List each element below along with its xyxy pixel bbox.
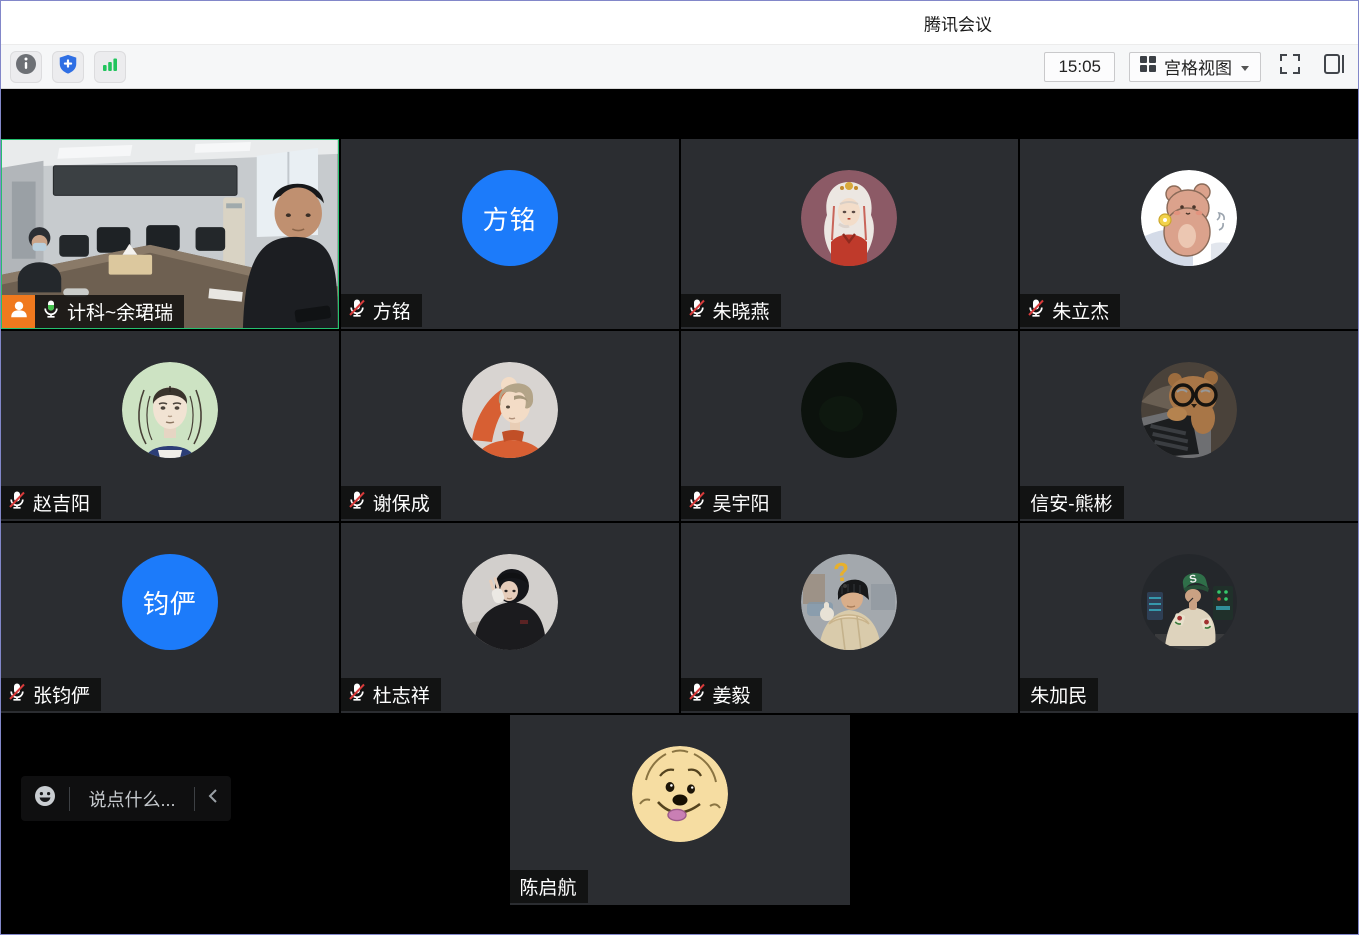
participant-nameplate: 赵吉阳	[1, 486, 101, 519]
participant-nameplate: 方铭	[341, 294, 422, 327]
app-title: 腾讯会议	[924, 10, 992, 35]
participant-name: 朱立杰	[1052, 297, 1109, 324]
mic-active-icon	[41, 299, 61, 325]
meeting-timer: 15:05	[1044, 52, 1115, 82]
participant-name: 方铭	[373, 297, 411, 324]
participant-tile[interactable]: 方铭 方铭	[341, 139, 679, 329]
participant-tile[interactable]: 信安-熊彬	[1020, 331, 1358, 521]
mic-muted-icon	[687, 490, 707, 516]
meeting-window: 腾讯会议 15:05 宫格视图	[0, 0, 1359, 935]
participant-tile[interactable]: S 朱加民	[1020, 523, 1358, 713]
avatar	[462, 554, 558, 650]
participant-tile[interactable]: 计科~余珺瑞	[1, 139, 339, 329]
participant-name: 朱晓燕	[713, 297, 770, 324]
avatar	[801, 362, 897, 458]
view-mode-label: 宫格视图	[1164, 54, 1232, 79]
avatar	[462, 362, 558, 458]
side-panel-icon	[1322, 52, 1346, 81]
mic-muted-icon	[347, 298, 367, 324]
participant-nameplate: 吴宇阳	[681, 486, 781, 519]
mic-muted-icon	[7, 682, 27, 708]
avatar	[1141, 170, 1237, 266]
participant-nameplate: 谢保成	[341, 486, 441, 519]
avatar: S	[1141, 554, 1237, 650]
participant-tile[interactable]: 谢保成	[341, 331, 679, 521]
mic-muted-icon	[7, 490, 27, 516]
participant-name: 张钧俨	[33, 681, 90, 708]
participant-nameplate: 计科~余珺瑞	[2, 295, 184, 328]
participant-name: 朱加民	[1030, 681, 1087, 708]
mic-muted-icon	[347, 490, 367, 516]
divider	[194, 787, 195, 811]
participant-nameplate: 张钧俨	[1, 678, 101, 711]
emoji-icon[interactable]	[33, 784, 57, 813]
participant-tile[interactable]: 杜志祥	[341, 523, 679, 713]
participant-name: 谢保成	[373, 489, 430, 516]
mic-muted-icon	[687, 682, 707, 708]
mic-muted-icon	[347, 682, 367, 708]
participant-nameplate: 朱立杰	[1020, 294, 1120, 327]
avatar	[801, 170, 897, 266]
mic-muted-icon	[687, 298, 707, 324]
grid-view-icon	[1140, 56, 1156, 77]
participant-tile[interactable]: 陈启航	[510, 715, 850, 905]
participant-nameplate: 杜志祥	[341, 678, 441, 711]
divider	[69, 787, 70, 811]
member-list-badge	[2, 295, 35, 328]
collapse-chevron-icon[interactable]	[207, 788, 219, 809]
mic-muted-icon	[1026, 298, 1046, 324]
participant-nameplate: 陈启航	[510, 870, 588, 903]
avatar	[1141, 362, 1237, 458]
fullscreen-button[interactable]	[1275, 52, 1305, 82]
participant-name: 吴宇阳	[713, 489, 770, 516]
security-shield-icon	[57, 53, 79, 80]
view-mode-dropdown[interactable]: 宫格视图	[1129, 52, 1261, 82]
avatar: ?	[801, 554, 897, 650]
side-panel-button[interactable]	[1319, 52, 1349, 82]
meeting-info-button[interactable]	[10, 51, 42, 83]
participant-name: 信安-熊彬	[1030, 489, 1112, 516]
dropdown-caret-icon	[1240, 57, 1250, 77]
toolbar: 15:05 宫格视图	[1, 45, 1358, 89]
security-button[interactable]	[52, 51, 84, 83]
avatar: 钧俨	[122, 554, 218, 650]
participant-tile[interactable]: ? 姜毅	[681, 523, 1019, 713]
participant-nameplate: 信安-熊彬	[1020, 486, 1123, 519]
chat-quick-bar: 说点什么...	[21, 776, 231, 821]
avatar: 方铭	[462, 170, 558, 266]
avatar	[122, 362, 218, 458]
participant-name: 姜毅	[713, 681, 751, 708]
participant-name: 杜志祥	[373, 681, 430, 708]
participant-tile[interactable]: 朱立杰	[1020, 139, 1358, 329]
participant-name: 陈启航	[520, 873, 577, 900]
participant-grid: 计科~余珺瑞 方铭 方铭	[1, 139, 1358, 713]
participant-name: 赵吉阳	[33, 489, 90, 516]
meeting-info-icon	[15, 53, 37, 80]
participant-tile[interactable]: 朱晓燕	[681, 139, 1019, 329]
avatar	[632, 746, 728, 842]
participant-nameplate: 朱加民	[1020, 678, 1098, 711]
participant-tile[interactable]: 吴宇阳	[681, 331, 1019, 521]
chat-input[interactable]: 说点什么...	[82, 786, 182, 812]
participant-nameplate: 姜毅	[681, 678, 762, 711]
participant-tile[interactable]: 赵吉阳	[1, 331, 339, 521]
fullscreen-icon	[1278, 52, 1302, 81]
network-signal-icon	[100, 54, 120, 79]
network-status-button[interactable]	[94, 51, 126, 83]
participant-name: 计科~余珺瑞	[67, 298, 173, 325]
person-icon	[8, 298, 30, 325]
participant-tile[interactable]: 钧俨 张钧俨	[1, 523, 339, 713]
participant-nameplate: 朱晓燕	[681, 294, 781, 327]
title-bar: 腾讯会议	[1, 1, 1358, 45]
